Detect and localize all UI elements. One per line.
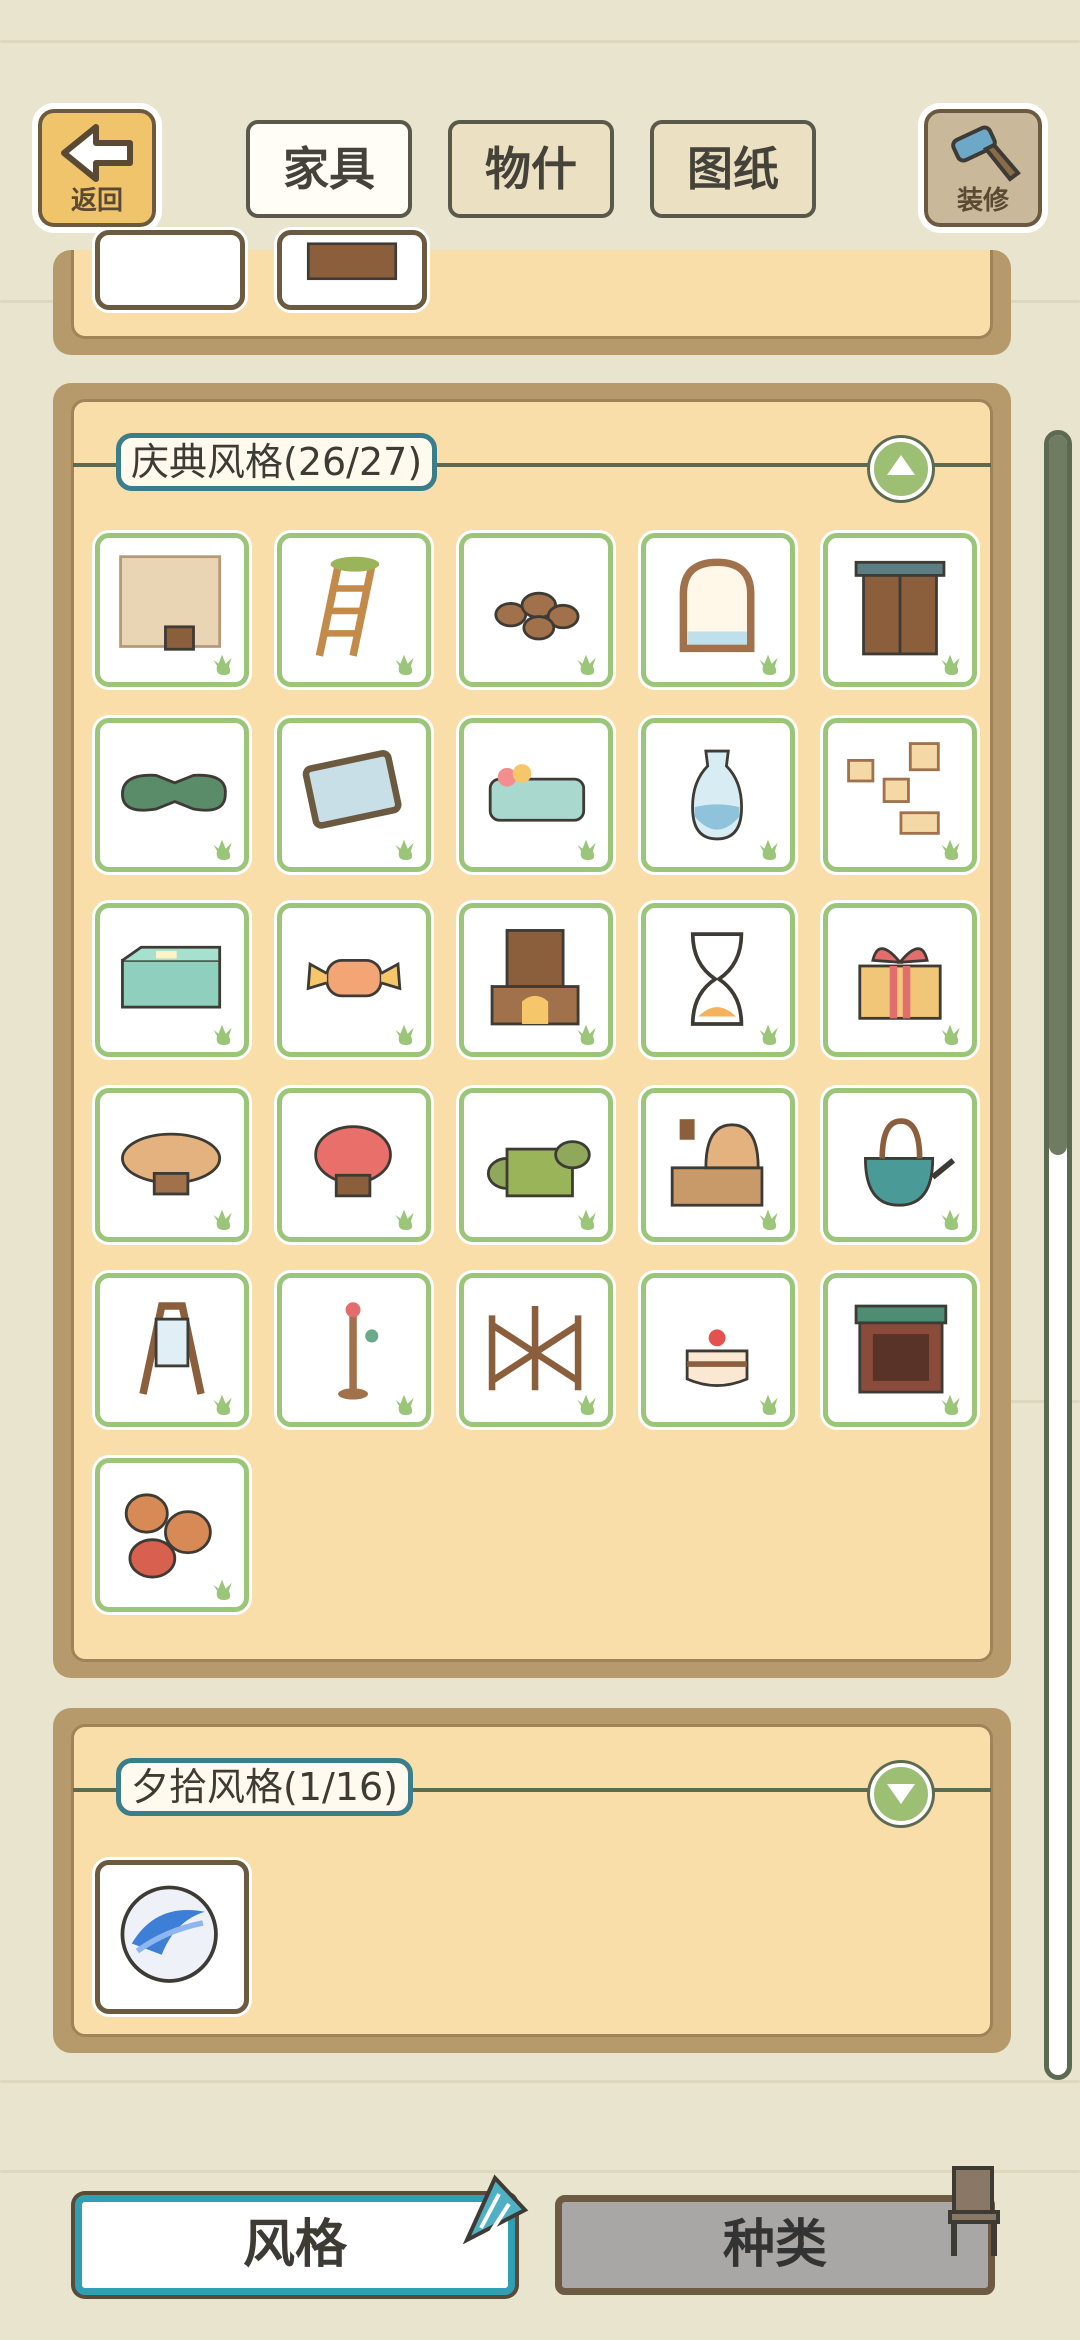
tab-blueprints[interactable]: 图纸 xyxy=(650,120,816,218)
frog-paw-icon xyxy=(573,835,599,863)
frog-paw-icon xyxy=(209,835,235,863)
chevron-down-icon xyxy=(887,1784,915,1804)
frog-paw-icon xyxy=(391,1390,417,1418)
furniture-item-glass-vase[interactable] xyxy=(641,718,795,872)
blue-marble-icon xyxy=(120,1885,218,1983)
frog-paw-icon xyxy=(391,1205,417,1233)
furniture-item-coat-stand[interactable] xyxy=(277,1273,431,1427)
marble-item[interactable] xyxy=(95,1860,249,2014)
back-button[interactable]: 返回 xyxy=(32,103,162,233)
frog-paw-icon xyxy=(573,1390,599,1418)
furniture-item-clay-pots[interactable] xyxy=(459,533,613,687)
furniture-item-flower-bed[interactable] xyxy=(459,718,613,872)
scrollbar-thumb[interactable] xyxy=(1049,435,1067,1155)
furniture-item-stove-counter[interactable] xyxy=(641,1088,795,1242)
section-title[interactable]: 庆典风格(26/27) xyxy=(116,433,438,491)
partial-item[interactable] xyxy=(95,230,245,310)
frog-paw-icon xyxy=(391,650,417,678)
frog-paw-icon xyxy=(573,1020,599,1048)
scrollbar[interactable] xyxy=(1044,430,1072,2080)
furniture-item-rolled-mats[interactable] xyxy=(459,1088,613,1242)
furniture-item-framed-mirror-picture[interactable] xyxy=(277,718,431,872)
furniture-item-green-sleeping-bag[interactable] xyxy=(95,718,249,872)
chair-icon xyxy=(948,2166,1000,2256)
furniture-item-arched-window[interactable] xyxy=(641,533,795,687)
style-button[interactable]: 风格 xyxy=(75,2195,515,2295)
frog-paw-icon xyxy=(937,1020,963,1048)
previous-section-panel xyxy=(53,230,1011,355)
frog-paw-icon xyxy=(573,1205,599,1233)
frog-paw-icon xyxy=(209,1205,235,1233)
furniture-item-gift-box[interactable] xyxy=(823,903,977,1057)
frog-paw-icon xyxy=(755,1205,781,1233)
celebration-section-panel: 庆典风格(26/27) xyxy=(53,383,1011,1678)
frog-paw-icon xyxy=(755,835,781,863)
furniture-item-watering-kettle[interactable] xyxy=(823,1088,977,1242)
decorate-label: 装修 xyxy=(956,186,1009,216)
back-label: 返回 xyxy=(70,186,123,216)
xishi-section-panel: 夕拾风格(1/16) xyxy=(53,1708,1011,2053)
expand-down-button[interactable] xyxy=(870,1763,932,1825)
decorate-button[interactable]: 装修 xyxy=(918,103,1048,233)
frog-paw-icon xyxy=(209,1575,235,1603)
furniture-item-striped-candy[interactable] xyxy=(277,903,431,1057)
furniture-item-hourglass[interactable] xyxy=(641,903,795,1057)
frog-paw-icon xyxy=(755,1020,781,1048)
furniture-item-green-top-cabinet[interactable] xyxy=(823,1273,977,1427)
frog-paw-icon xyxy=(937,650,963,678)
furniture-item-mushroom-stool-tan[interactable] xyxy=(95,1088,249,1242)
furniture-item-fireplace-cabinet[interactable] xyxy=(459,903,613,1057)
tab-furniture[interactable]: 家具 xyxy=(246,120,412,218)
frog-paw-icon xyxy=(937,835,963,863)
furniture-item-memo-board[interactable] xyxy=(823,718,977,872)
furniture-item-cherry-cake[interactable] xyxy=(641,1273,795,1427)
frog-paw-icon xyxy=(937,1205,963,1233)
frog-paw-icon xyxy=(755,1390,781,1418)
shell-icon xyxy=(462,2174,529,2245)
wood-grain xyxy=(0,2170,1080,2173)
furniture-item-wooden-fence[interactable] xyxy=(459,1273,613,1427)
frog-paw-icon xyxy=(573,650,599,678)
frog-paw-icon xyxy=(209,1390,235,1418)
furniture-item-green-box[interactable] xyxy=(95,903,249,1057)
frog-paw-icon xyxy=(755,650,781,678)
frog-paw-icon xyxy=(391,1020,417,1048)
furniture-item-easel-mirror[interactable] xyxy=(95,1273,249,1427)
frog-paw-icon xyxy=(937,1390,963,1418)
section-title[interactable]: 夕拾风格(1/16) xyxy=(116,1758,413,1816)
furniture-item-wooden-door[interactable] xyxy=(823,533,977,687)
frog-paw-icon xyxy=(209,1020,235,1048)
frog-paw-icon xyxy=(391,835,417,863)
furniture-item-wooden-wall-with-bucket[interactable] xyxy=(95,533,249,687)
furniture-item-grass-ladder[interactable] xyxy=(277,533,431,687)
back-arrow-icon xyxy=(61,124,133,182)
furniture-item-sacks-of-goods[interactable] xyxy=(95,1458,249,1612)
partial-item[interactable] xyxy=(277,230,427,310)
cabinet-icon xyxy=(306,242,398,281)
wood-grain xyxy=(0,2080,1080,2083)
tab-items[interactable]: 物什 xyxy=(448,120,614,218)
chevron-up-icon xyxy=(887,455,915,475)
furniture-item-mushroom-stool-red[interactable] xyxy=(277,1088,431,1242)
paint-brush-icon xyxy=(951,125,1021,182)
wood-grain xyxy=(0,40,1080,43)
frog-paw-icon xyxy=(209,650,235,678)
kind-button[interactable]: 种类 xyxy=(555,2195,995,2295)
collapse-up-button[interactable] xyxy=(870,438,932,500)
